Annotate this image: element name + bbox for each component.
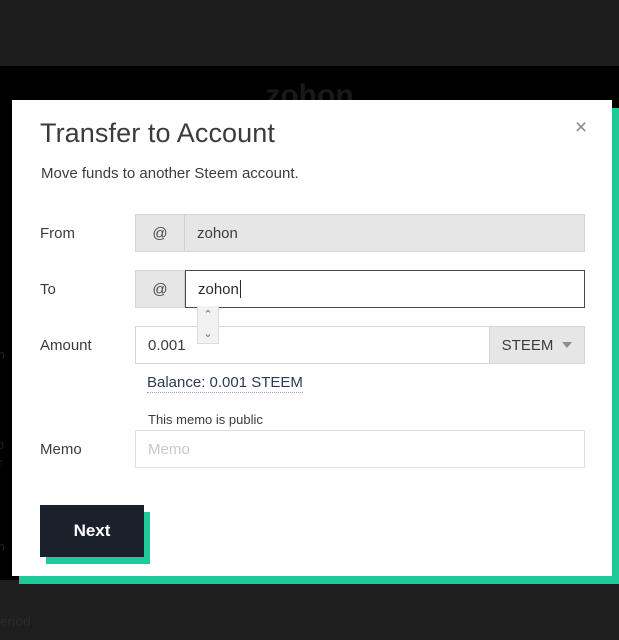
page-footer-backdrop <box>0 580 619 640</box>
background-footer-text-fragment: period <box>0 613 31 629</box>
currency-select-value: STEEM <box>501 336 554 354</box>
from-label: From <box>40 224 75 242</box>
to-account-input[interactable]: zohon <box>185 270 585 308</box>
close-icon[interactable]: × <box>567 113 595 141</box>
to-label: To <box>40 280 56 298</box>
chevron-down-icon <box>562 342 573 348</box>
memo-public-note: This memo is public <box>148 412 263 427</box>
background-text-fragment: or <box>0 455 3 470</box>
transfer-to-account-dialog: × Transfer to Account Move funds to anot… <box>12 100 612 576</box>
to-field-row: To @ zohon <box>40 270 585 308</box>
currency-select[interactable]: STEEM <box>490 326 585 364</box>
stepper-up-icon[interactable]: ⌃ <box>203 310 212 321</box>
balance-link[interactable]: Balance: 0.001 STEEM <box>147 374 303 393</box>
memo-field-row: Memo Memo <box>40 430 585 468</box>
at-symbol-icon: @ <box>135 214 185 252</box>
at-symbol-icon: @ <box>135 270 185 308</box>
amount-number-stepper[interactable]: ⌃ ⌄ <box>197 306 219 344</box>
amount-label: Amount <box>40 336 92 354</box>
from-field-row: From @ zohon <box>40 214 585 252</box>
memo-label: Memo <box>40 440 82 458</box>
text-cursor <box>239 280 241 298</box>
submit-button-wrapper: Next <box>40 505 150 564</box>
to-account-value: zohon <box>198 280 239 298</box>
background-text-fragment: m <box>0 539 5 555</box>
next-button[interactable]: Next <box>40 505 144 557</box>
stepper-down-icon[interactable]: ⌄ <box>203 328 212 339</box>
dialog-title: Transfer to Account <box>40 118 276 148</box>
background-text-fragment: lo <box>0 437 5 452</box>
site-top-bar <box>0 0 619 66</box>
from-account-input[interactable]: zohon <box>185 214 585 252</box>
dialog-subtitle: Move funds to another Steem account. <box>41 165 299 182</box>
amount-field-row: Amount 0.001 STEEM <box>40 326 585 364</box>
background-text-fragment: m <box>0 347 5 363</box>
amount-input[interactable]: 0.001 <box>135 326 490 364</box>
memo-input[interactable]: Memo <box>135 430 585 468</box>
